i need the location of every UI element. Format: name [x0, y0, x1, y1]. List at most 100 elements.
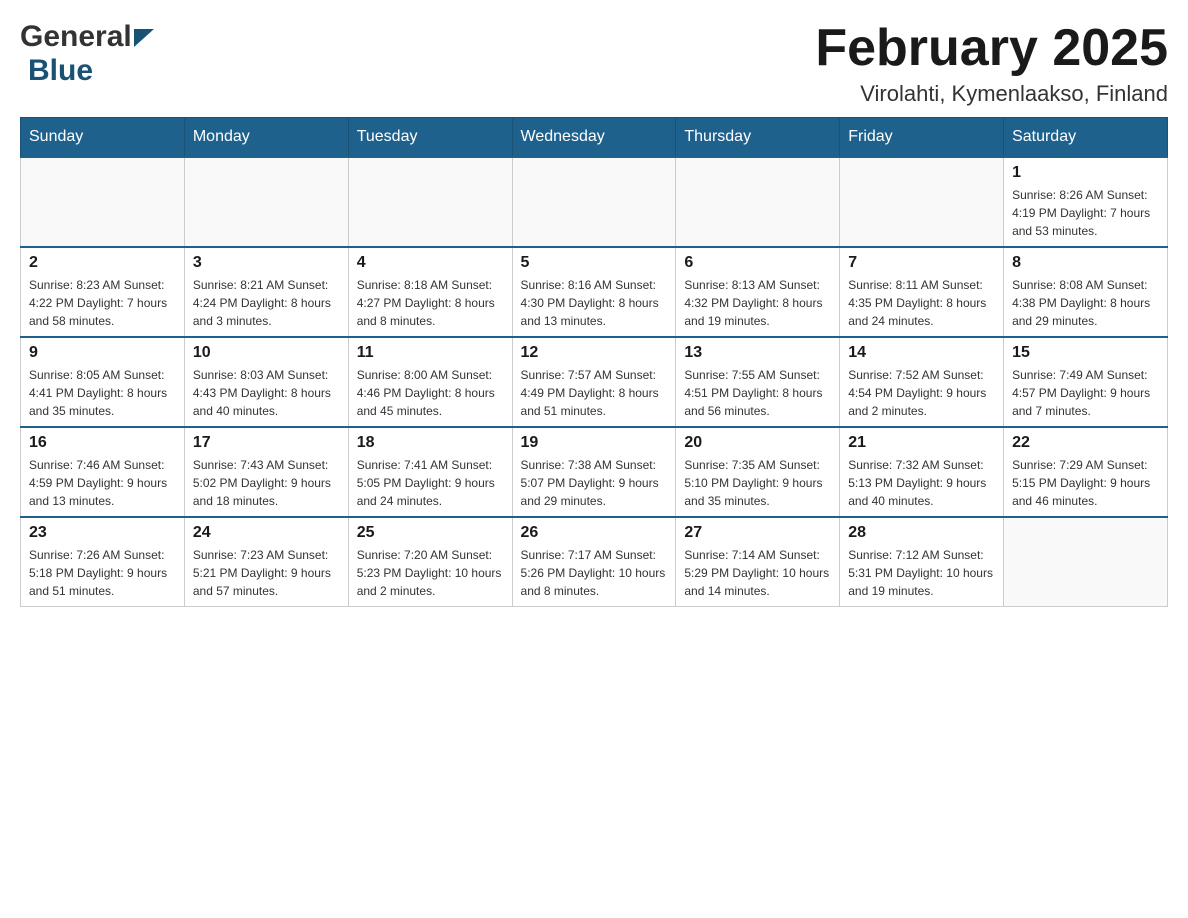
calendar-cell: [348, 157, 512, 247]
calendar-cell: 9 Sunrise: 8:05 AM Sunset: 4:41 PM Daylig…: [21, 337, 185, 427]
day-info: Sunrise: 7:57 AM Sunset: 4:49 PM Dayligh…: [521, 366, 668, 420]
day-number: 17: [193, 434, 340, 452]
calendar-week-row: 23 Sunrise: 7:26 AM Sunset: 5:18 PM Dayli…: [21, 517, 1168, 607]
calendar-week-row: 1 Sunrise: 8:26 AM Sunset: 4:19 PM Daylig…: [21, 157, 1168, 247]
calendar-cell: 24 Sunrise: 7:23 AM Sunset: 5:21 PM Dayli…: [184, 517, 348, 607]
day-info: Sunrise: 8:18 AM Sunset: 4:27 PM Dayligh…: [357, 276, 504, 330]
calendar-cell: [1004, 517, 1168, 607]
calendar-cell: 26 Sunrise: 7:17 AM Sunset: 5:26 PM Dayli…: [512, 517, 676, 607]
day-info: Sunrise: 7:14 AM Sunset: 5:29 PM Dayligh…: [684, 546, 831, 600]
day-number: 2: [29, 254, 176, 272]
weekday-header-friday: Friday: [840, 118, 1004, 158]
calendar-cell: 28 Sunrise: 7:12 AM Sunset: 5:31 PM Dayli…: [840, 517, 1004, 607]
day-number: 5: [521, 254, 668, 272]
day-number: 4: [357, 254, 504, 272]
day-info: Sunrise: 8:05 AM Sunset: 4:41 PM Dayligh…: [29, 366, 176, 420]
calendar-week-row: 9 Sunrise: 8:05 AM Sunset: 4:41 PM Daylig…: [21, 337, 1168, 427]
day-info: Sunrise: 8:11 AM Sunset: 4:35 PM Dayligh…: [848, 276, 995, 330]
day-info: Sunrise: 7:12 AM Sunset: 5:31 PM Dayligh…: [848, 546, 995, 600]
calendar-cell: 4 Sunrise: 8:18 AM Sunset: 4:27 PM Daylig…: [348, 247, 512, 337]
day-number: 21: [848, 434, 995, 452]
day-info: Sunrise: 7:26 AM Sunset: 5:18 PM Dayligh…: [29, 546, 176, 600]
day-number: 10: [193, 344, 340, 362]
day-number: 9: [29, 344, 176, 362]
calendar-cell: [184, 157, 348, 247]
calendar-subtitle: Virolahti, Kymenlaakso, Finland: [815, 81, 1168, 107]
day-info: Sunrise: 8:08 AM Sunset: 4:38 PM Dayligh…: [1012, 276, 1159, 330]
day-number: 25: [357, 524, 504, 542]
day-info: Sunrise: 8:16 AM Sunset: 4:30 PM Dayligh…: [521, 276, 668, 330]
day-info: Sunrise: 7:41 AM Sunset: 5:05 PM Dayligh…: [357, 456, 504, 510]
calendar-cell: 8 Sunrise: 8:08 AM Sunset: 4:38 PM Daylig…: [1004, 247, 1168, 337]
calendar-cell: 21 Sunrise: 7:32 AM Sunset: 5:13 PM Dayli…: [840, 427, 1004, 517]
calendar-cell: [840, 157, 1004, 247]
calendar-title: February 2025: [815, 20, 1168, 77]
calendar-cell: 6Sunrise: 8:13 AM Sunset: 4:32 PM Daylig…: [676, 247, 840, 337]
day-info: Sunrise: 8:03 AM Sunset: 4:43 PM Dayligh…: [193, 366, 340, 420]
day-info: Sunrise: 7:43 AM Sunset: 5:02 PM Dayligh…: [193, 456, 340, 510]
calendar-week-row: 2 Sunrise: 8:23 AM Sunset: 4:22 PM Daylig…: [21, 247, 1168, 337]
calendar-cell: 27 Sunrise: 7:14 AM Sunset: 5:29 PM Dayli…: [676, 517, 840, 607]
day-number: 19: [521, 434, 668, 452]
day-number: 16: [29, 434, 176, 452]
calendar-cell: [21, 157, 185, 247]
day-info: Sunrise: 7:49 AM Sunset: 4:57 PM Dayligh…: [1012, 366, 1159, 420]
day-number: 1: [1012, 164, 1159, 182]
calendar-cell: 2 Sunrise: 8:23 AM Sunset: 4:22 PM Daylig…: [21, 247, 185, 337]
day-number: 18: [357, 434, 504, 452]
calendar-cell: 25 Sunrise: 7:20 AM Sunset: 5:23 PM Dayli…: [348, 517, 512, 607]
day-number: 28: [848, 524, 995, 542]
logo-arrow-icon: [134, 29, 154, 47]
calendar-cell: 18 Sunrise: 7:41 AM Sunset: 5:05 PM Dayli…: [348, 427, 512, 517]
calendar-cell: 1 Sunrise: 8:26 AM Sunset: 4:19 PM Daylig…: [1004, 157, 1168, 247]
calendar-cell: 10 Sunrise: 8:03 AM Sunset: 4:43 PM Dayli…: [184, 337, 348, 427]
calendar-cell: [676, 157, 840, 247]
calendar-cell: 7 Sunrise: 8:11 AM Sunset: 4:35 PM Daylig…: [840, 247, 1004, 337]
day-number: 3: [193, 254, 340, 272]
day-number: 23: [29, 524, 176, 542]
calendar-header: February 2025 Virolahti, Kymenlaakso, Fi…: [815, 20, 1168, 107]
weekday-header-saturday: Saturday: [1004, 118, 1168, 158]
weekday-header-wednesday: Wednesday: [512, 118, 676, 158]
day-number: 7: [848, 254, 995, 272]
day-number: 11: [357, 344, 504, 362]
day-number: 26: [521, 524, 668, 542]
calendar-week-row: 16 Sunrise: 7:46 AM Sunset: 4:59 PM Dayli…: [21, 427, 1168, 517]
calendar-cell: 16 Sunrise: 7:46 AM Sunset: 4:59 PM Dayli…: [21, 427, 185, 517]
day-info: Sunrise: 7:20 AM Sunset: 5:23 PM Dayligh…: [357, 546, 504, 600]
day-info: Sunrise: 7:46 AM Sunset: 4:59 PM Dayligh…: [29, 456, 176, 510]
logo: General Blue: [20, 20, 154, 88]
calendar-cell: 3 Sunrise: 8:21 AM Sunset: 4:24 PM Daylig…: [184, 247, 348, 337]
day-info: Sunrise: 7:23 AM Sunset: 5:21 PM Dayligh…: [193, 546, 340, 600]
day-info: Sunrise: 8:26 AM Sunset: 4:19 PM Dayligh…: [1012, 186, 1159, 240]
logo-blue-text: Blue: [28, 54, 93, 87]
day-number: 20: [684, 434, 831, 452]
calendar-cell: 5 Sunrise: 8:16 AM Sunset: 4:30 PM Daylig…: [512, 247, 676, 337]
day-info: Sunrise: 7:38 AM Sunset: 5:07 PM Dayligh…: [521, 456, 668, 510]
day-number: 14: [848, 344, 995, 362]
logo-general-text: General: [20, 20, 132, 54]
calendar-header-row: SundayMondayTuesdayWednesdayThursdayFrid…: [21, 118, 1168, 158]
calendar-cell: [512, 157, 676, 247]
calendar-cell: 11Sunrise: 8:00 AM Sunset: 4:46 PM Dayli…: [348, 337, 512, 427]
day-info: Sunrise: 7:55 AM Sunset: 4:51 PM Dayligh…: [684, 366, 831, 420]
day-number: 13: [684, 344, 831, 362]
day-info: Sunrise: 7:17 AM Sunset: 5:26 PM Dayligh…: [521, 546, 668, 600]
day-number: 8: [1012, 254, 1159, 272]
day-info: Sunrise: 7:32 AM Sunset: 5:13 PM Dayligh…: [848, 456, 995, 510]
calendar-cell: 20 Sunrise: 7:35 AM Sunset: 5:10 PM Dayli…: [676, 427, 840, 517]
day-info: Sunrise: 8:23 AM Sunset: 4:22 PM Dayligh…: [29, 276, 176, 330]
day-number: 27: [684, 524, 831, 542]
weekday-header-tuesday: Tuesday: [348, 118, 512, 158]
calendar-cell: 23 Sunrise: 7:26 AM Sunset: 5:18 PM Dayli…: [21, 517, 185, 607]
day-number: 6: [684, 254, 831, 272]
weekday-header-monday: Monday: [184, 118, 348, 158]
day-number: 12: [521, 344, 668, 362]
calendar-cell: 22Sunrise: 7:29 AM Sunset: 5:15 PM Dayli…: [1004, 427, 1168, 517]
day-info: Sunrise: 8:21 AM Sunset: 4:24 PM Dayligh…: [193, 276, 340, 330]
calendar-cell: 13 Sunrise: 7:55 AM Sunset: 4:51 PM Dayli…: [676, 337, 840, 427]
weekday-header-sunday: Sunday: [21, 118, 185, 158]
day-info: Sunrise: 7:35 AM Sunset: 5:10 PM Dayligh…: [684, 456, 831, 510]
day-number: 24: [193, 524, 340, 542]
calendar-table: SundayMondayTuesdayWednesdayThursdayFrid…: [20, 117, 1168, 607]
